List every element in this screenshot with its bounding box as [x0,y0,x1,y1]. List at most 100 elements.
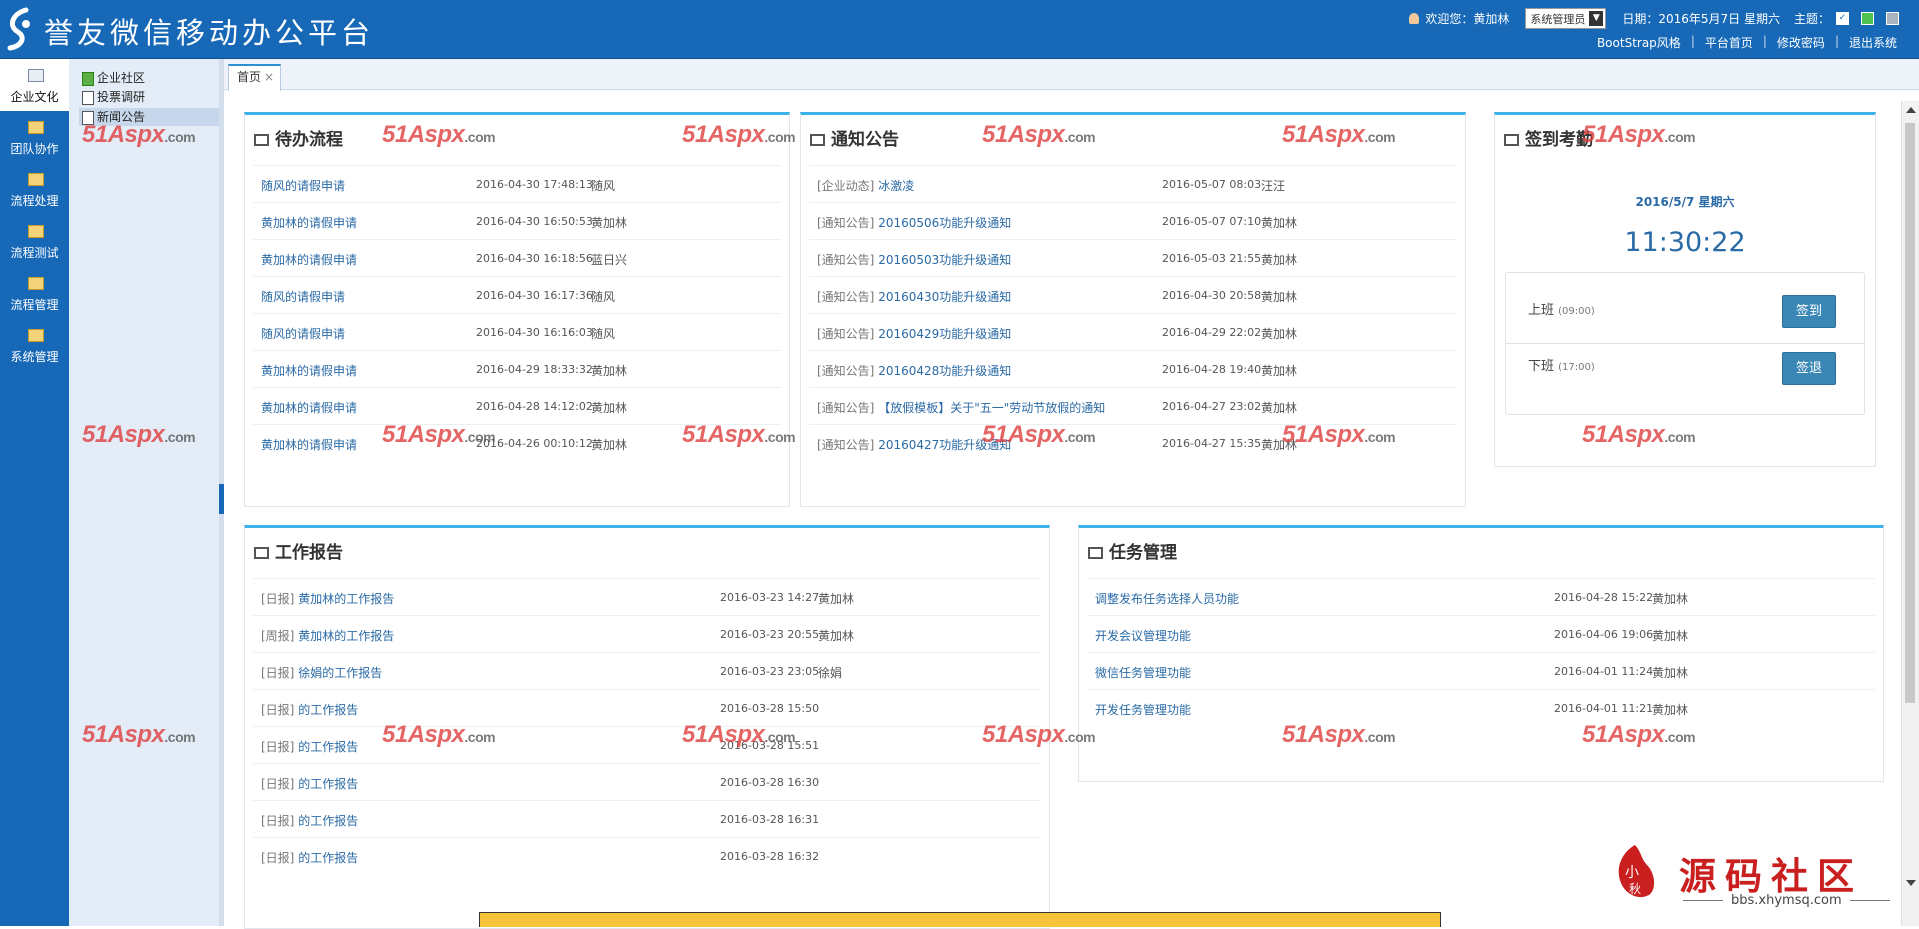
item-category: [通知公告] [817,216,875,230]
list-item[interactable]: [日报] 徐娟的工作报告 2016-03-23 23:05 徐娟 [253,652,1041,689]
checkin-button[interactable]: 签到 [1782,295,1836,328]
item-title[interactable]: 黄加林的请假申请 [261,362,357,379]
item-title[interactable]: 黄加林的请假申请 [261,399,357,416]
list-item[interactable]: [企业动态] 冰激凌 2016-05-07 08:03 汪汪 [809,165,1457,202]
list-item[interactable]: 黄加林的请假申请 2016-04-29 18:33:32 黄加林 [253,350,781,387]
item-user: 徐娟 [818,666,843,680]
list-item[interactable]: 开发会议管理功能 2016-04-06 19:06 黄加林 [1087,615,1875,652]
list-item[interactable]: [日报] 黄加林的工作报告 2016-03-23 14:27 黄加林 [253,578,1041,615]
list-item[interactable]: [通知公告] 20160430功能升级通知 2016-04-30 20:58 黄加林 [809,276,1457,313]
checkin-label: 上班 (09:00) [1528,303,1595,318]
item-title[interactable]: [日报] 的工作报告 [261,701,358,718]
change-password-link[interactable]: 修改密码 [1777,34,1825,51]
item-title[interactable]: [通知公告] 20160506功能升级通知 [817,214,1011,231]
theme-swatch-green[interactable] [1861,12,1874,25]
item-user: 黄加林 [1261,253,1298,267]
list-item[interactable]: 黄加林的请假申请 2016-04-26 00:10:12 黄加林 [253,424,781,461]
list-item[interactable]: 黄加林的请假申请 2016-04-30 16:50:53 黄加林 [253,202,781,239]
role-select[interactable]: 系统管理员 ▼ [1525,8,1607,29]
item-title[interactable]: [通知公告] 20160427功能升级通知 [817,436,1011,453]
list-item[interactable]: [周报] 黄加林的工作报告 2016-03-23 20:55 黄加林 [253,615,1041,652]
list-item[interactable]: [通知公告] 【放假模板】关于"五一"劳动节放假的通知 2016-04-27 23… [809,387,1457,424]
item-title[interactable]: 随风的请假申请 [261,288,345,305]
item-user: 蓝日兴 [591,253,628,267]
list-item[interactable]: [日报] 的工作报告 2016-03-28 16:30 [253,763,1041,800]
document-icon [82,111,94,125]
tasks-icon [1088,547,1103,559]
list-item[interactable]: 随风的请假申请 2016-04-30 16:16:03 随风 [253,313,781,350]
list-item[interactable]: [日报] 的工作报告 2016-03-28 16:32 [253,837,1041,874]
monitor-icon [28,69,44,82]
list-item[interactable]: 随风的请假申请 2016-04-30 17:48:13 随风 [253,165,781,202]
checkout-button[interactable]: 签退 [1782,352,1836,385]
list-item[interactable]: 黄加林的请假申请 2016-04-28 14:12:02 黄加林 [253,387,781,424]
item-title[interactable]: [通知公告] 20160428功能升级通知 [817,362,1011,379]
tree-item-community[interactable]: 企业社区 [81,69,145,87]
list-item[interactable]: [通知公告] 20160506功能升级通知 2016-05-07 07:10 黄加林 [809,202,1457,239]
list-item[interactable]: 开发任务管理功能 2016-04-01 11:21 黄加林 [1087,689,1875,726]
item-title[interactable]: [日报] 的工作报告 [261,812,358,829]
item-title[interactable]: 随风的请假申请 [261,325,345,342]
list-item[interactable]: [日报] 的工作报告 2016-03-28 16:31 [253,800,1041,837]
item-title[interactable]: [日报] 徐娟的工作报告 [261,664,382,681]
item-title[interactable]: [日报] 的工作报告 [261,775,358,792]
item-title[interactable]: [企业动态] 冰激凌 [817,177,914,194]
list-item[interactable]: [日报] 的工作报告 2016-03-28 15:50 [253,689,1041,726]
list-item[interactable]: [通知公告] 20160427功能升级通知 2016-04-27 15:35 黄加林 [809,424,1457,461]
tree-item-survey[interactable]: 投票调研 [81,88,145,106]
theme-swatch-gray[interactable] [1886,12,1899,25]
vertical-scrollbar[interactable] [1901,101,1919,926]
item-user: 黄加林 [818,592,855,606]
list-item[interactable]: 随风的请假申请 2016-04-30 16:17:36 随风 [253,276,781,313]
date-label: 日期： [1622,12,1659,26]
item-title[interactable]: 开发任务管理功能 [1095,701,1191,718]
scroll-thumb[interactable] [1905,123,1915,703]
item-title-text: 微信任务管理功能 [1095,666,1192,680]
item-title[interactable]: 黄加林的请假申请 [261,436,357,453]
list-item[interactable]: [通知公告] 20160503功能升级通知 2016-05-03 21:55 黄加林 [809,239,1457,276]
item-title[interactable]: [通知公告] 【放假模板】关于"五一"劳动节放假的通知 [817,399,1105,416]
checkin-row: 上班 (09:00) 签到 [1506,273,1864,344]
tree-item-news[interactable]: 新闻公告 [79,108,223,126]
list-item[interactable]: [通知公告] 20160428功能升级通知 2016-04-28 19:40 黄加林 [809,350,1457,387]
item-time: 2016-03-28 16:30 [720,776,820,789]
nav-item-system[interactable]: 系统管理 [0,319,69,371]
item-title[interactable]: [日报] 的工作报告 [261,738,358,755]
nav-item-team[interactable]: 团队协作 [0,111,69,163]
close-icon[interactable]: × [264,70,274,84]
item-title[interactable]: [通知公告] 20160430功能升级通知 [817,288,1011,305]
item-title[interactable]: [周报] 黄加林的工作报告 [261,627,394,644]
item-title-text: 调整发布任务选择人员功能 [1095,592,1240,606]
bootstrap-style-link[interactable]: BootStrap风格 [1597,34,1681,51]
item-title[interactable]: [通知公告] 20160503功能升级通知 [817,251,1011,268]
item-title[interactable]: [日报] 的工作报告 [261,849,358,866]
item-title[interactable]: 开发会议管理功能 [1095,627,1191,644]
item-title[interactable]: [日报] 黄加林的工作报告 [261,590,394,607]
scroll-up-icon[interactable] [1906,107,1916,113]
item-title[interactable]: 微信任务管理功能 [1095,664,1191,681]
nav-item-process[interactable]: 流程处理 [0,163,69,215]
item-title[interactable]: 随风的请假申请 [261,177,345,194]
item-title[interactable]: 调整发布任务选择人员功能 [1095,590,1239,607]
item-category: [企业动态] [817,179,875,193]
checkout-label: 下班 (17:00) [1528,359,1595,374]
tab-home[interactable]: 首页 × [228,64,282,91]
list-item[interactable]: [通知公告] 20160429功能升级通知 2016-04-29 22:02 黄加林 [809,313,1457,350]
notices-panel: 通知公告 [企业动态] 冰激凌 2016-05-07 08:03 汪汪 [通知公告] … [800,112,1466,507]
item-user: 黄加林 [1652,666,1689,680]
item-title[interactable]: [通知公告] 20160429功能升级通知 [817,325,1011,342]
nav-item-process-manage[interactable]: 流程管理 [0,267,69,319]
theme-checkbox-blue[interactable]: ✓ [1836,12,1849,25]
list-item[interactable]: [日报] 的工作报告 2016-03-28 15:51 [253,726,1041,763]
platform-home-link[interactable]: 平台首页 [1705,34,1753,51]
scroll-down-icon[interactable] [1906,880,1916,886]
list-item[interactable]: 微信任务管理功能 2016-04-01 11:24 黄加林 [1087,652,1875,689]
list-item[interactable]: 黄加林的请假申请 2016-04-30 16:18:56 蓝日兴 [253,239,781,276]
list-item[interactable]: 调整发布任务选择人员功能 2016-04-28 15:22 黄加林 [1087,578,1875,615]
nav-item-process-test[interactable]: 流程测试 [0,215,69,267]
nav-item-culture[interactable]: 企业文化 [0,59,69,111]
item-title[interactable]: 黄加林的请假申请 [261,214,357,231]
item-title[interactable]: 黄加林的请假申请 [261,251,357,268]
item-title-text: 随风的请假申请 [261,327,346,341]
logout-link[interactable]: 退出系统 [1849,34,1897,51]
